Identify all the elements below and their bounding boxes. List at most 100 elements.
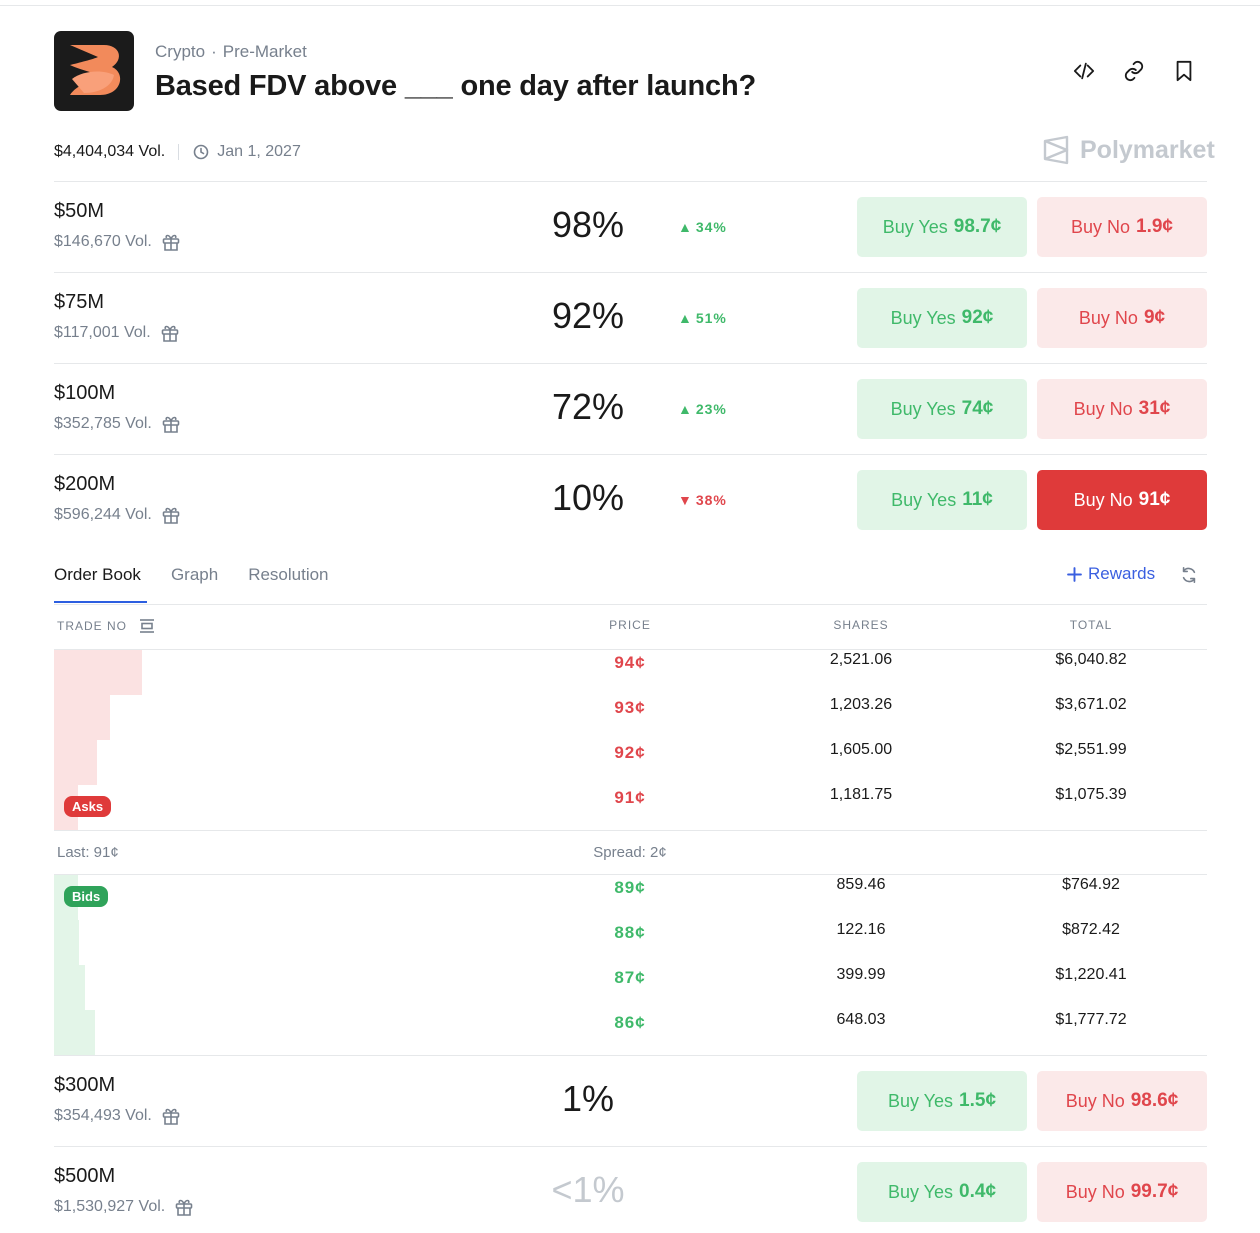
buy-yes-button[interactable]: Buy Yes 1.5¢ [857,1071,1027,1131]
bid-total: $1,220.41 [1055,966,1127,983]
bid-price[interactable]: 87¢ [550,968,710,988]
ask-total: $3,671.02 [1055,696,1127,713]
ask-total: $6,040.82 [1055,651,1127,668]
ask-price[interactable]: 92¢ [550,743,710,763]
buy-no-button[interactable]: Buy No 9¢ [1037,288,1207,348]
polymarket-brand[interactable]: Polymarket [1042,135,1215,165]
clock-icon [193,144,209,160]
market-row[interactable]: $50M $146,670 Vol. 98% ▲ 34% Buy Yes 98.7¢… [54,182,1207,273]
market-volume: $352,785 Vol. [54,415,152,432]
market-label: $100M [54,382,116,404]
bid-depth-bar [54,965,85,1010]
buy-no-button[interactable]: Buy No 91¢ [1037,470,1207,530]
ask-shares: 2,521.06 [829,651,893,668]
col-total: TOTAL [1069,618,1113,632]
market-probability: <1% [551,1169,625,1210]
embed-icon[interactable] [1071,58,1097,84]
gift-icon[interactable] [160,323,180,343]
market-volume: $117,001 Vol. [54,324,151,341]
market-row-selected[interactable]: $200M $596,244 Vol. 10% ▼ 38% Buy Yes 11¢ … [54,455,1207,546]
brand-name: Polymarket [1080,135,1215,164]
buy-no-button[interactable]: Buy No 31¢ [1037,379,1207,439]
triangle-up-icon: ▲ [678,219,693,235]
triangle-up-icon: ▲ [678,401,693,417]
page-title: Based FDV above ___ one day after launch… [155,70,756,102]
market-meta: $4,404,034 Vol. Jan 1, 2027 [54,143,301,161]
ask-shares: 1,203.26 [829,696,893,713]
market-logo [54,31,134,111]
center-align-icon[interactable] [139,618,155,634]
ask-depth-bar [54,650,142,695]
buy-yes-button[interactable]: Buy Yes 92¢ [857,288,1027,348]
bid-total: $872.42 [1062,921,1120,938]
ask-shares: 1,181.75 [829,786,893,803]
gift-icon[interactable] [161,505,181,525]
market-row[interactable]: $500M $1,530,927 Vol. <1% Buy Yes 0.4¢ Bu… [54,1147,1207,1233]
market-label: $500M [54,1165,116,1187]
buy-no-button[interactable]: Buy No 1.9¢ [1037,197,1207,257]
probability-change: 51% [695,310,727,326]
bid-depth-bar [54,920,79,965]
probability-change: 38% [695,492,727,508]
buy-no-button[interactable]: Buy No 99.7¢ [1037,1162,1207,1222]
polymarket-logo-icon [1043,135,1069,165]
market-probability: 72% [551,386,625,427]
gift-icon[interactable] [174,1197,194,1217]
top-divider [0,5,1260,6]
bookmark-icon[interactable] [1171,58,1197,84]
tab-resolution[interactable]: Resolution [248,565,328,585]
gift-icon[interactable] [161,414,181,434]
ask-price[interactable]: 93¢ [550,698,710,718]
bid-total: $764.92 [1062,876,1120,893]
buy-yes-button[interactable]: Buy Yes 11¢ [857,470,1027,530]
refresh-icon[interactable] [1180,566,1198,589]
plus-icon [1067,566,1082,582]
buy-yes-button[interactable]: Buy Yes 98.7¢ [857,197,1027,257]
bid-shares: 859.46 [836,876,886,893]
bid-price[interactable]: 86¢ [550,1013,710,1033]
ask-price[interactable]: 94¢ [550,653,710,673]
breadcrumb: Crypto · Pre-Market [155,42,307,61]
ask-depth-bar [54,695,110,740]
market-row[interactable]: $75M $117,001 Vol. 92% ▲ 51% Buy Yes 92¢ B… [54,273,1207,364]
market-label: $200M [54,473,116,495]
market-label: $50M [54,200,105,222]
link-icon[interactable] [1121,58,1147,84]
tab-graph[interactable]: Graph [171,565,218,585]
market-probability: 1% [561,1078,615,1119]
ask-total: $1,075.39 [1055,786,1127,803]
market-probability: 10% [551,477,625,518]
ask-price[interactable]: 91¢ [550,788,710,808]
breadcrumb-crypto[interactable]: Crypto [155,42,205,61]
col-price: PRICE [609,618,651,632]
bid-price[interactable]: 88¢ [550,923,710,943]
end-date: Jan 1, 2027 [217,143,301,160]
rewards-button[interactable]: Rewards [1067,564,1155,584]
gift-icon[interactable] [161,1106,181,1126]
probability-change: 23% [695,401,727,417]
breadcrumb-pre-market[interactable]: Pre-Market [223,42,307,61]
triangle-down-icon: ▼ [678,492,693,508]
market-probability: 92% [551,295,625,336]
market-volume: $1,530,927 Vol. [54,1198,166,1215]
tab-bar: Order Book Graph Resolution [54,565,359,585]
probability-change: 34% [695,219,727,235]
buy-no-button[interactable]: Buy No 98.6¢ [1037,1071,1207,1131]
tab-order-book[interactable]: Order Book [54,565,141,585]
asks-badge: Asks [64,796,112,817]
market-volume: $354,493 Vol. [54,1107,152,1124]
buy-yes-button[interactable]: Buy Yes 0.4¢ [857,1162,1027,1222]
rewards-label: Rewards [1088,564,1156,583]
market-row[interactable]: $300M $354,493 Vol. 1% Buy Yes 1.5¢ Buy N… [54,1056,1207,1147]
ask-total: $2,551.99 [1055,741,1127,758]
bid-shares: 122.16 [836,921,886,938]
active-tab-indicator [54,601,147,603]
col-trade-no: TRADE NO [57,618,155,634]
bid-shares: 648.03 [836,1011,886,1028]
bid-price[interactable]: 89¢ [550,878,710,898]
market-row[interactable]: $100M $352,785 Vol. 72% ▲ 23% Buy Yes 74¢ … [54,364,1207,455]
gift-icon[interactable] [161,232,181,252]
buy-yes-button[interactable]: Buy Yes 74¢ [857,379,1027,439]
market-volume: $146,670 Vol. [54,233,152,250]
bids-badge: Bids [64,886,109,907]
